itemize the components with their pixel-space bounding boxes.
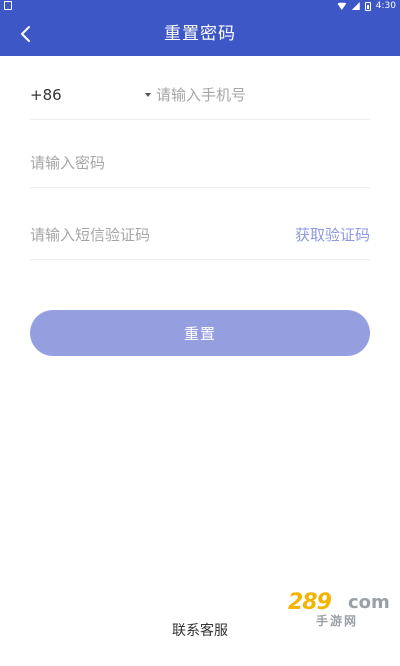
watermark-text: 手游网 <box>316 614 359 628</box>
battery-icon <box>364 1 371 11</box>
phone-input[interactable] <box>156 70 370 120</box>
app-bar: 重置密码 <box>0 12 400 56</box>
reset-button[interactable]: 重置 <box>30 310 370 356</box>
country-code-value: +86 <box>30 86 62 104</box>
phone-row: +86 <box>30 70 370 120</box>
dropdown-caret-icon <box>145 93 151 97</box>
country-code-selector[interactable]: +86 <box>30 70 155 120</box>
notification-icon <box>4 1 12 10</box>
password-input[interactable] <box>30 138 370 188</box>
password-row <box>30 138 370 188</box>
status-time: 4:30 <box>375 1 396 11</box>
status-bar: 4:30 <box>0 0 400 12</box>
watermark-domain: com <box>348 592 390 613</box>
sms-code-row: 获取验证码 <box>30 210 370 260</box>
watermark-logo: 289 com 手游网 <box>288 590 393 630</box>
get-code-button[interactable]: 获取验证码 <box>295 210 370 260</box>
sms-code-input[interactable] <box>30 210 270 260</box>
page-title: 重置密码 <box>164 24 236 44</box>
wifi-icon <box>336 2 347 10</box>
status-icons: 4:30 <box>336 0 396 12</box>
signal-icon <box>351 2 360 10</box>
